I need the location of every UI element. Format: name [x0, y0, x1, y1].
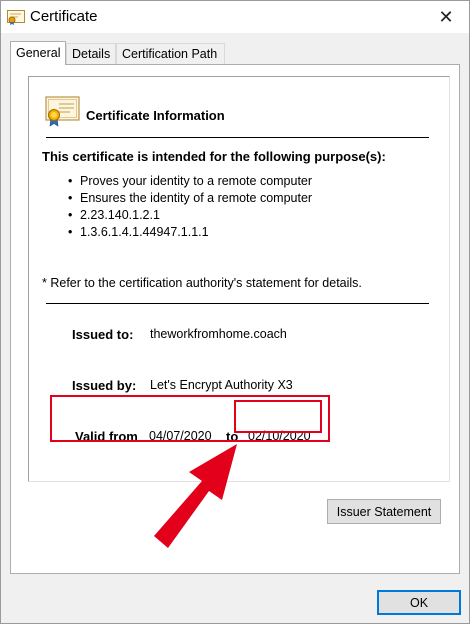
certificate-info-icon: [45, 95, 81, 130]
divider: [46, 137, 429, 138]
tab-details[interactable]: Details: [66, 43, 116, 64]
tab-label: General: [16, 46, 61, 60]
tab-certification-path[interactable]: Certification Path: [116, 43, 225, 64]
title-bar: Certificate ✕: [1, 1, 469, 33]
tab-label: Details: [72, 47, 111, 61]
ok-button[interactable]: OK: [377, 590, 461, 615]
issued-to-value: theworkfromhome.coach: [150, 327, 287, 341]
purpose-list: • Proves your identity to a remote comput…: [68, 173, 312, 241]
list-item: • 1.3.6.1.4.1.44947.1.1.1: [68, 225, 209, 239]
authority-statement-note: * Refer to the certification authority's…: [42, 276, 362, 290]
certificate-dialog: Certificate ✕ General Details Certificat…: [0, 0, 470, 624]
purpose-heading: This certificate is intended for the fol…: [42, 149, 386, 164]
list-item: • Proves your identity to a remote comput…: [68, 174, 313, 188]
close-icon: ✕: [438, 6, 454, 27]
general-tab-panel: Certificate Information This certificate…: [10, 64, 460, 574]
tab-label: Certification Path: [122, 47, 218, 61]
issued-by-label: Issued by:: [72, 378, 137, 393]
tab-general[interactable]: General: [10, 41, 66, 65]
close-button[interactable]: ✕: [423, 1, 469, 33]
expiry-date-highlight-box: [234, 400, 322, 433]
list-item: • 2.23.140.1.2.1: [68, 208, 160, 222]
window-title: Certificate: [30, 8, 98, 25]
certificate-info-title: Certificate Information: [86, 108, 225, 123]
issuer-statement-label: Issuer Statement: [336, 504, 432, 519]
list-item: • Ensures the identity of a remote comput…: [68, 191, 313, 205]
issued-to-label: Issued to:: [72, 327, 134, 342]
certificate-icon: [7, 9, 25, 25]
issued-by-value: Let's Encrypt Authority X3: [150, 378, 293, 392]
ok-label: OK: [409, 595, 429, 610]
divider: [46, 303, 429, 304]
issuer-statement-button[interactable]: Issuer Statement: [327, 499, 441, 524]
